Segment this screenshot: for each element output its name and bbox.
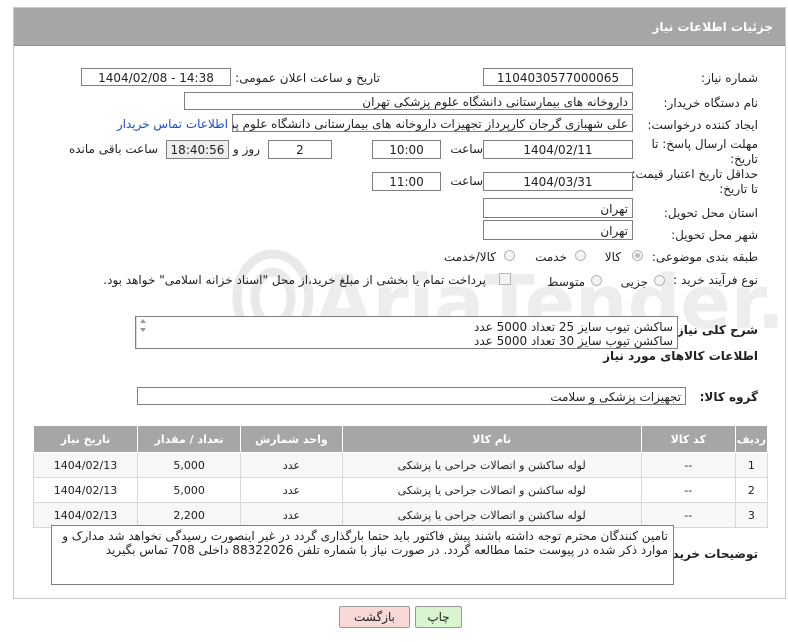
province-field: تهران [483, 198, 633, 218]
remaining-time-label: ساعت باقی مانده [68, 142, 158, 156]
item-code: -- [640, 502, 736, 528]
row-number: 2 [734, 477, 769, 503]
category-label: طبقه بندی موضوعی: [651, 250, 758, 264]
summary-label: شرح کلی نیاز: [672, 323, 758, 337]
item-qty: 5,000 [137, 452, 242, 478]
item-qty: 5,000 [137, 477, 242, 503]
process-label: نوع فرآیند خرید : [673, 273, 758, 287]
item-date: 1404/02/13 [32, 477, 139, 503]
process-radio-medium[interactable] [591, 275, 602, 286]
goods-group-field: تجهیزات پزشکی و سلامت [137, 387, 686, 405]
item-name: لوله ساکشن و اتصالات جراحی یا پزشکی [341, 477, 642, 503]
category-option-service: خدمت [535, 250, 567, 264]
item-date: 1404/02/13 [32, 502, 139, 528]
panel-header: جزئیات اطلاعات نیاز [14, 8, 785, 46]
item-name: لوله ساکشن و اتصالات جراحی یا پزشکی [341, 502, 642, 528]
category-radio-goods[interactable] [632, 250, 643, 261]
goods-group-label: گروه کالا: [699, 390, 758, 404]
reply-date-field: 1404/02/11 [483, 140, 633, 159]
announce-field: 1404/02/08 - 14:38 [81, 68, 231, 86]
requester-label: ایجاد کننده درخواست: [647, 118, 758, 132]
table-row: 1 -- لوله ساکشن و اتصالات جراحی یا پزشکی… [32, 452, 769, 478]
item-unit: عدد [240, 477, 343, 503]
price-validity-label-1: حداقل تاریخ اعتبار قیمت: [631, 167, 758, 181]
process-option-minor: جزیی [620, 275, 648, 289]
reply-time-field: 10:00 [372, 140, 441, 159]
col-date: تاریخ نیاز [32, 425, 139, 453]
price-validity-time-label: ساعت [450, 174, 483, 188]
col-unit: واحد شمارش [240, 425, 343, 453]
category-radio-service[interactable] [575, 250, 586, 261]
buyer-org-field: داروخانه های بیمارستانی دانشگاه علوم پزش… [184, 92, 633, 110]
print-button[interactable]: چاپ [415, 606, 462, 628]
col-row: ردیف [734, 425, 769, 453]
price-validity-label-2: تا تاریخ: [719, 182, 758, 196]
price-validity-date-field: 1404/03/31 [483, 172, 633, 191]
treasury-note: پرداخت تمام یا بخشی از مبلغ خرید،از محل … [103, 273, 486, 287]
price-validity-time-field: 11:00 [372, 172, 441, 191]
col-name: نام کالا [341, 425, 642, 453]
item-date: 1404/02/13 [32, 452, 139, 478]
summary-textarea[interactable]: ساکشن تیوب سایز 25 تعداد 5000 عدد ساکشن … [135, 316, 678, 349]
back-button[interactable]: بازگشت [339, 606, 410, 628]
reply-deadline-label-1: مهلت ارسال پاسخ: تا [651, 137, 758, 151]
items-table-header: ردیف کد کالا نام کالا واحد شمارش تعداد /… [32, 425, 769, 453]
reply-deadline-label-2: تاریخ: [730, 152, 758, 166]
notes-textarea[interactable]: تامین کنندگان محترم توجه داشته باشند پیش… [51, 525, 674, 585]
need-number-field: 1104030577000065 [483, 68, 633, 86]
city-field: تهران [483, 220, 633, 240]
col-code: کد کالا [640, 425, 736, 453]
scroll-arrows-icon [140, 319, 146, 332]
reply-days-label: روز و [233, 142, 260, 156]
need-number-label: شماره نیاز: [701, 71, 758, 85]
category-radio-goods-service[interactable] [504, 250, 515, 261]
items-table: ردیف کد کالا نام کالا واحد شمارش تعداد /… [32, 425, 769, 528]
treasury-checkbox[interactable] [499, 273, 511, 285]
buyer-org-label: نام دستگاه خریدار: [663, 96, 759, 110]
row-number: 1 [734, 452, 769, 478]
category-option-goods-service: کالا/خدمت [443, 250, 496, 264]
table-row: 3 -- لوله ساکشن و اتصالات جراحی یا پزشکی… [32, 502, 769, 528]
summary-line-2: ساکشن تیوب سایز 30 تعداد 5000 عدد [473, 334, 673, 348]
buyer-contact-link[interactable]: اطلاعات تماس خریدار [117, 117, 228, 131]
summary-line-1: ساکشن تیوب سایز 25 تعداد 5000 عدد [473, 320, 673, 334]
goods-info-title: اطلاعات کالاهای مورد نیاز [603, 349, 758, 363]
summary-scrollbar[interactable] [136, 317, 150, 348]
item-qty: 2,200 [137, 502, 242, 528]
col-qty: تعداد / مقدار [137, 425, 242, 453]
item-code: -- [640, 477, 736, 503]
item-unit: عدد [240, 502, 343, 528]
category-option-goods: کالا [604, 250, 621, 264]
city-label: شهر محل تحویل: [671, 228, 758, 242]
remaining-time-field: 18:40:56 [166, 140, 229, 159]
requester-field: علی شهبازی گرجان کارپرداز تجهیزات داروخا… [232, 114, 633, 132]
announce-label: تاریخ و ساعت اعلان عمومی: [235, 71, 380, 85]
reply-days-field: 2 [268, 140, 332, 159]
reply-time-label: ساعت [450, 142, 483, 156]
process-radio-minor[interactable] [654, 275, 665, 286]
item-name: لوله ساکشن و اتصالات جراحی یا پزشکی [341, 452, 642, 478]
province-label: استان محل تحویل: [663, 206, 758, 220]
process-option-medium: متوسط [547, 275, 585, 289]
table-row: 2 -- لوله ساکشن و اتصالات جراحی یا پزشکی… [32, 477, 769, 503]
panel-title: جزئیات اطلاعات نیاز [652, 20, 773, 34]
item-code: -- [640, 452, 736, 478]
item-unit: عدد [240, 452, 343, 478]
row-number: 3 [734, 502, 769, 528]
